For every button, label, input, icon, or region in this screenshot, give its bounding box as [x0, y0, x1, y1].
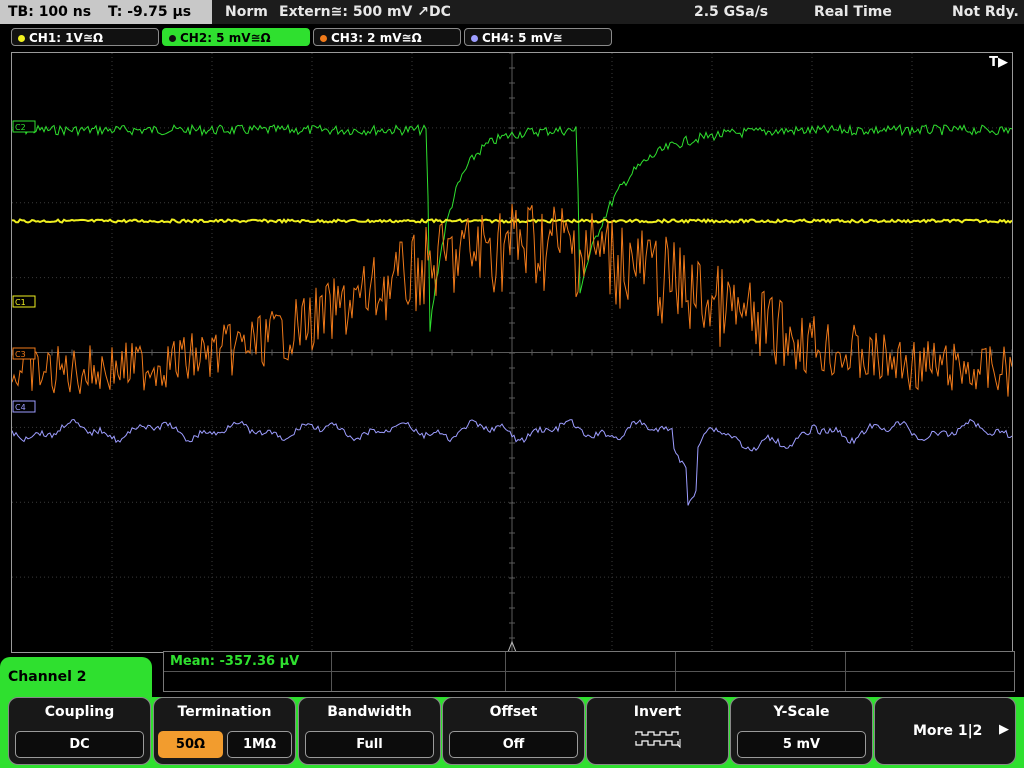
yscale-value[interactable]: 5 mV: [737, 731, 866, 758]
ch3-marker-label: C3: [15, 350, 26, 359]
more-softkey[interactable]: More 1|2 ▶: [874, 697, 1016, 765]
ch1-reference-marker[interactable]: C1: [12, 295, 36, 308]
invert-waveform-icon: [635, 731, 681, 749]
timebase-readout: TB: 100 ns: [8, 4, 92, 20]
acquisition-mode[interactable]: Real Time: [814, 0, 892, 24]
ch2-color-dot-icon: [169, 35, 176, 42]
channel-tab-2[interactable]: CH2: 5 mV≅Ω: [162, 28, 310, 46]
sample-rate: 2.5 GSa/s: [694, 4, 769, 20]
waveform-display[interactable]: C2 C1 C3 C4 T▶: [11, 52, 1013, 653]
bandwidth-title: Bandwidth: [327, 704, 412, 720]
measurement-panel: Mean: -357.36 µV: [163, 651, 1015, 692]
ch1-marker-label: C1: [15, 298, 26, 307]
offset-softkey[interactable]: Offset Off: [442, 697, 585, 765]
channel-tab-3[interactable]: CH3: 2 mV≅Ω: [313, 28, 461, 46]
mean-value: -357.36 µV: [219, 654, 300, 669]
waveform-grid: C2 C1 C3 C4: [12, 53, 1012, 652]
bandwidth-softkey[interactable]: Bandwidth Full: [298, 697, 441, 765]
invert-softkey[interactable]: Invert: [586, 697, 729, 765]
acquisition-state: Not Rdy.: [952, 4, 1019, 20]
channel-tab-label: CH4: 5 mV≅: [482, 31, 563, 45]
yscale-title: Y-Scale: [773, 704, 830, 720]
ch3-color-dot-icon: [320, 35, 327, 42]
ch2-reference-marker[interactable]: C2: [12, 120, 36, 133]
channel-tab-label: CH2: 5 mV≅Ω: [180, 31, 271, 45]
trigger-source[interactable]: Extern≅: 500 mV ↗DC: [279, 0, 451, 24]
coupling-title: Coupling: [44, 704, 115, 720]
channel-tab-label: CH3: 2 mV≅Ω: [331, 31, 422, 45]
chevron-right-icon: ▶: [999, 722, 1009, 737]
channel-tab-1[interactable]: CH1: 1V≅Ω: [11, 28, 159, 46]
more-label: More 1|2: [913, 723, 983, 739]
ch3-reference-marker[interactable]: C3: [12, 347, 36, 360]
termination-title: Termination: [177, 704, 272, 720]
invert-title: Invert: [633, 704, 682, 720]
offset-value[interactable]: Off: [449, 731, 578, 758]
ch4-reference-marker[interactable]: C4: [12, 400, 36, 413]
timebase-box[interactable]: TB: 100 ns T: -9.75 µs: [0, 0, 212, 24]
termination-softkey[interactable]: Termination 50Ω 1MΩ: [153, 697, 296, 765]
trigger-time-readout: T: -9.75 µs: [107, 4, 192, 20]
mean-measurement: Mean: -357.36 µV: [170, 654, 299, 669]
ch1-color-dot-icon: [18, 35, 25, 42]
channel-tab-label: CH1: 1V≅Ω: [29, 31, 104, 45]
ch2-marker-label: C2: [15, 123, 26, 132]
ch4-marker-label: C4: [15, 403, 26, 412]
ch4-color-dot-icon: [471, 35, 478, 42]
trigger-mode[interactable]: Norm: [225, 0, 268, 24]
trigger-level-marker[interactable]: T▶: [989, 55, 1008, 70]
coupling-softkey[interactable]: Coupling DC: [8, 697, 151, 765]
coupling-value[interactable]: DC: [15, 731, 144, 758]
termination-50ohm-option[interactable]: 50Ω: [158, 731, 223, 758]
termination-1mohm-option[interactable]: 1MΩ: [227, 731, 292, 758]
mean-label: Mean:: [170, 654, 215, 669]
channel-tab-4[interactable]: CH4: 5 mV≅: [464, 28, 612, 46]
bandwidth-value[interactable]: Full: [305, 731, 434, 758]
channel-menu-title: Channel 2: [0, 657, 152, 697]
yscale-softkey[interactable]: Y-Scale 5 mV: [730, 697, 873, 765]
offset-title: Offset: [489, 704, 538, 720]
